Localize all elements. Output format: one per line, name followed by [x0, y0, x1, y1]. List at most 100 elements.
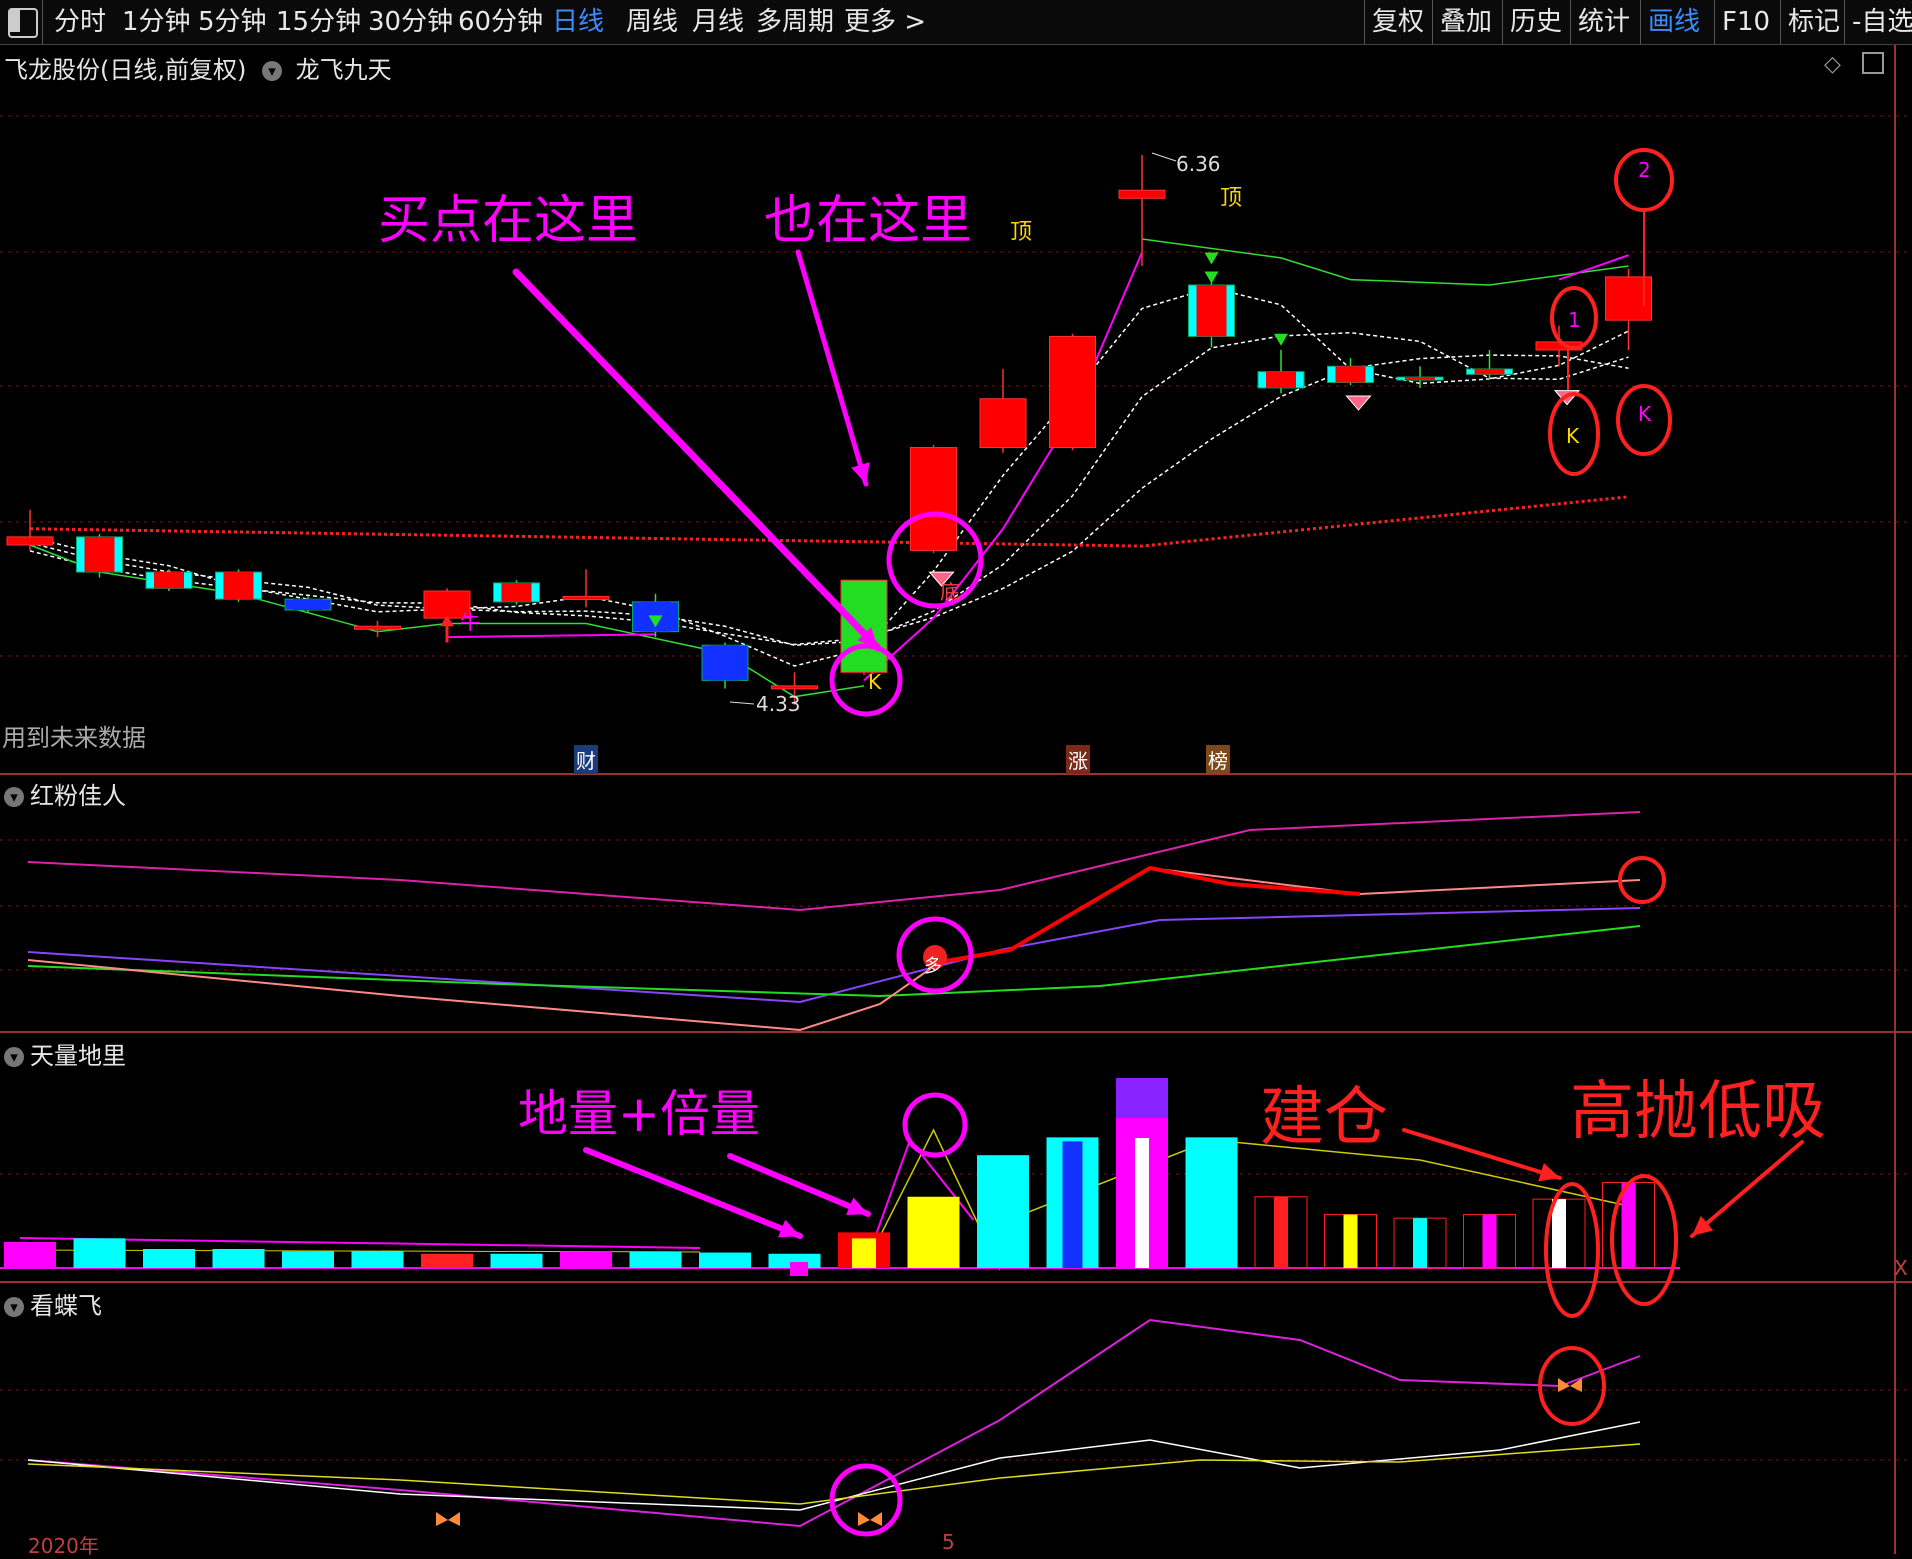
circle-num-1: 1 — [1568, 308, 1581, 332]
red-pink-line-4 — [27, 866, 1641, 1032]
period-tab-1[interactable]: 1分钟 — [122, 4, 191, 40]
candle-body — [6, 536, 54, 546]
tool-button-2[interactable]: 历史 — [1510, 4, 1562, 40]
candle-inner — [1405, 377, 1435, 381]
max-pointer — [1151, 152, 1177, 162]
candle-body — [771, 685, 818, 690]
x-axis-year: 2020年 — [28, 1534, 99, 1558]
red-pink-line-1 — [27, 811, 1641, 912]
candle-inner — [1196, 285, 1227, 337]
panel-toggle-icon[interactable] — [8, 8, 38, 38]
volume-bar — [212, 1249, 265, 1268]
stock-chart — [0, 45, 1912, 1554]
volume-bar — [143, 1249, 195, 1268]
sell-buy-arrow — [1690, 1140, 1804, 1238]
candle-body — [354, 625, 401, 630]
k-label-3: K — [1638, 402, 1652, 426]
event-tag-zhang[interactable]: 涨 — [1066, 745, 1090, 774]
close-panel-icon[interactable]: X — [1894, 1256, 1908, 1280]
di-label: 底 — [940, 580, 960, 604]
period-tab-7[interactable]: 周线 — [626, 4, 678, 40]
also-arrow — [795, 249, 869, 487]
top-label-1: 顶 — [1010, 220, 1033, 245]
butterfly-cross-circle — [829, 1463, 903, 1537]
tool-button-3[interactable]: 统计 — [1578, 4, 1630, 40]
ma-line-short — [29, 286, 1629, 667]
candle-inner — [1335, 366, 1366, 383]
candle-body — [562, 595, 610, 600]
candle-body — [1049, 335, 1096, 449]
volume-bar-inner — [1552, 1199, 1566, 1268]
volume-bar-inner — [1274, 1196, 1288, 1268]
candle-inner — [710, 645, 740, 681]
period-tab-6[interactable]: 日线 — [552, 4, 604, 40]
tool-button-5[interactable]: F10 — [1722, 4, 1770, 40]
volume-bar-inner — [852, 1238, 876, 1268]
period-toolbar: 分时 1分钟 5分钟 15分钟 30分钟 60分钟 日线 周线 月线 多周期 更多 > 复权 叠加 历史… — [0, 0, 1912, 45]
max-price-label: 6.36 — [1176, 152, 1221, 176]
k-label-1: K — [868, 670, 882, 694]
event-tag-cai[interactable]: 财 — [574, 745, 598, 774]
volume-bar — [282, 1251, 334, 1268]
volume-bar — [560, 1251, 612, 1268]
volume-bar-inner — [1413, 1218, 1427, 1268]
tool-button-4[interactable]: 画线 — [1648, 4, 1700, 40]
period-tab-4[interactable]: 30分钟 — [368, 4, 453, 40]
candle-inner — [501, 582, 532, 602]
volume-bar-inner — [1343, 1214, 1358, 1268]
down-arrow-icon — [1204, 271, 1219, 284]
volume-bar — [73, 1238, 126, 1268]
candle-body — [840, 579, 888, 673]
tool-button-7[interactable]: -自选 — [1852, 4, 1912, 40]
circle-num-2: 2 — [1638, 158, 1651, 182]
candle-inner — [1266, 371, 1296, 388]
annotation-buy-here: 买点在这里 — [378, 191, 639, 251]
period-tab-10[interactable]: 更多 > — [844, 4, 926, 40]
red-pink-line-3 — [27, 925, 1641, 998]
min-price-label: 4.33 — [756, 692, 801, 716]
annotation-build-position: 建仓 — [1260, 1081, 1388, 1155]
x-axis-month: 5 — [942, 1530, 955, 1554]
min-pointer — [729, 701, 755, 705]
red-pink-line-2 — [27, 907, 1641, 1004]
trend-line — [863, 252, 1143, 682]
diamond-gem-icon — [1345, 395, 1372, 411]
candle-body — [910, 447, 957, 551]
volume-arrow-2 — [727, 1153, 871, 1217]
butterfly-icon — [436, 1512, 460, 1526]
volume-bar — [977, 1155, 1029, 1268]
period-tab-8[interactable]: 月线 — [692, 4, 744, 40]
volume-bar — [1185, 1137, 1238, 1268]
event-tag-bang[interactable]: 榜 — [1206, 745, 1230, 774]
build-arrow — [1402, 1128, 1562, 1180]
volume-bar — [421, 1253, 473, 1268]
period-tab-0[interactable]: 分时 — [54, 4, 106, 40]
period-tab-9[interactable]: 多周期 — [756, 4, 834, 40]
candle-inner — [1474, 368, 1505, 375]
candle-inner — [223, 572, 254, 600]
candle-inner — [154, 572, 184, 589]
tool-button-0[interactable]: 复权 — [1372, 4, 1424, 40]
k-label-2: K — [1566, 424, 1580, 448]
tool-button-6[interactable]: 标记 — [1788, 4, 1840, 40]
period-tab-5[interactable]: 60分钟 — [458, 4, 543, 40]
period-tab-3[interactable]: 15分钟 — [276, 4, 361, 40]
resistance-line — [1141, 238, 1629, 286]
volume-bar — [699, 1252, 751, 1268]
volume-bar-inner — [1116, 1078, 1168, 1118]
volume-bar — [4, 1241, 56, 1268]
volume-bar — [351, 1251, 404, 1268]
candle-body — [979, 398, 1027, 448]
candle-inner — [293, 599, 323, 610]
volume-bar-inner — [1621, 1182, 1636, 1268]
tool-button-1[interactable]: 叠加 — [1440, 4, 1492, 40]
top-label-2: 顶 — [1220, 186, 1243, 211]
buy-arrow — [512, 268, 882, 652]
volume-bar — [629, 1251, 682, 1268]
annotation-high-sell-low-buy: 高抛低吸 — [1570, 1075, 1826, 1149]
down-arrow-icon — [1274, 333, 1288, 346]
volume-arrow-1 — [583, 1147, 803, 1239]
long-ma-line — [29, 495, 1629, 548]
annotation-also-here: 也在这里 — [764, 191, 973, 251]
period-tab-2[interactable]: 5分钟 — [198, 4, 267, 40]
